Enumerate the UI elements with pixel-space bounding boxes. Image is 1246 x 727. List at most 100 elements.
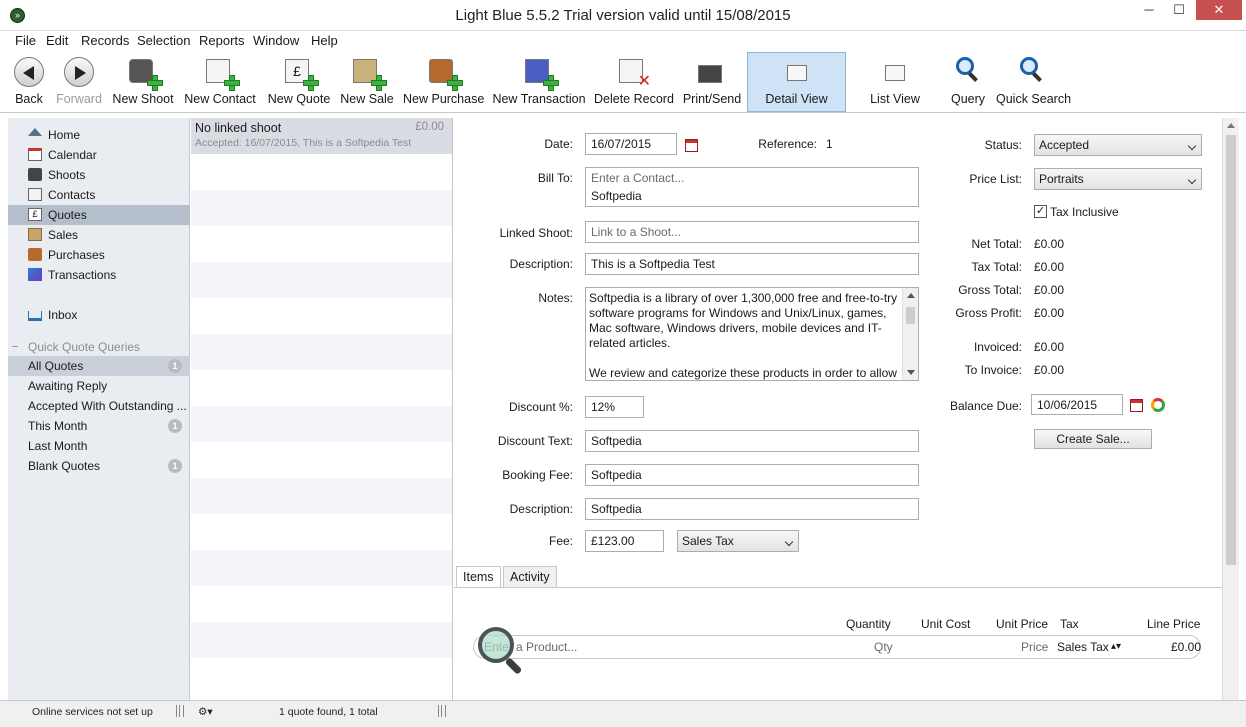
count-badge: 1 — [168, 419, 182, 433]
query-label: Awaiting Reply — [28, 379, 108, 393]
transactions-icon — [28, 268, 42, 281]
sidebar-item-label: Contacts — [48, 188, 96, 202]
quick-search-magnifier-icon — [1020, 57, 1044, 82]
sidebar-item-label: Calendar — [48, 148, 97, 162]
new-transaction-button[interactable]: New Transaction — [491, 53, 587, 111]
query-blank-quotes[interactable]: Blank Quotes 1 — [8, 456, 190, 476]
query-button[interactable]: Query — [946, 53, 990, 111]
sidebar-item-calendar[interactable]: Calendar — [8, 145, 190, 165]
gear-icon[interactable]: ⚙▾ — [198, 706, 213, 718]
empty-row — [191, 622, 452, 658]
transaction-add-icon — [523, 57, 559, 91]
items-pane: Quantity Unit Cost Unit Price Tax Line P… — [454, 587, 1222, 700]
list-view-button[interactable]: List View — [864, 53, 926, 111]
status-select[interactable]: Accepted — [1034, 134, 1202, 156]
sidebar-item-transactions[interactable]: Transactions — [8, 265, 190, 285]
date-calendar-icon[interactable] — [685, 139, 698, 152]
purchases-icon — [28, 248, 42, 261]
booking-fee-field[interactable]: Softpedia — [585, 464, 919, 486]
query-last-month[interactable]: Last Month — [8, 436, 190, 456]
reference-value: 1 — [826, 137, 833, 151]
menu-reports[interactable]: Reports — [199, 33, 245, 48]
back-button[interactable]: Back — [8, 53, 50, 111]
quantity-input[interactable]: Qty — [874, 640, 893, 654]
fee-tax-select[interactable]: Sales Tax — [677, 530, 799, 552]
menu-edit[interactable]: Edit — [46, 33, 68, 48]
query-accepted-outstanding[interactable]: Accepted With Outstanding ... — [8, 396, 190, 416]
bill-to-field[interactable]: Enter a Contact... Softpedia — [585, 167, 919, 207]
tax-stepper-arrows-icon[interactable]: ▴▾ — [1111, 641, 1121, 652]
fee-description-field[interactable]: Softpedia — [585, 498, 919, 520]
list-item[interactable]: No linked shoot £0.00 Accepted: 16/07/20… — [191, 118, 452, 154]
fee-field[interactable]: £123.00 — [585, 530, 664, 552]
tab-items[interactable]: Items — [456, 566, 501, 589]
maximize-button[interactable]: ☐ — [1164, 0, 1194, 20]
quick-search-button[interactable]: Quick Search — [996, 53, 1071, 111]
delete-record-button[interactable]: ✕ Delete Record — [594, 53, 674, 111]
quick-quote-queries-header[interactable]: Quick Quote Queries — [8, 337, 190, 357]
new-shoot-button[interactable]: New Shoot — [110, 53, 176, 111]
sidebar-resize-grip[interactable] — [176, 705, 184, 717]
contacts-icon — [28, 188, 42, 201]
date-field[interactable]: 16/07/2015 — [585, 133, 677, 155]
sidebar-item-home[interactable]: Home — [8, 125, 190, 145]
bill-to-value: Softpedia — [591, 189, 642, 203]
close-button[interactable]: ✕ — [1196, 0, 1242, 20]
price-input[interactable]: Price — [1021, 640, 1048, 654]
list-resize-grip[interactable] — [438, 705, 446, 717]
sidebar-item-label: Quotes — [48, 208, 87, 222]
query-label: Accepted With Outstanding ... — [28, 399, 187, 413]
tax-stepper[interactable]: Sales Tax — [1057, 640, 1109, 654]
magnifier-cursor-icon — [478, 627, 532, 681]
menu-records[interactable]: Records — [81, 33, 129, 48]
notes-scrollbar[interactable] — [902, 288, 918, 380]
discount-percent-field[interactable]: 12% — [585, 396, 644, 418]
refresh-ring-icon[interactable] — [1151, 398, 1165, 412]
forward-button[interactable]: Forward — [52, 53, 106, 111]
record-amount: £0.00 — [415, 121, 444, 133]
sidebar-item-label: Sales — [48, 228, 79, 242]
create-sale-button[interactable]: Create Sale... — [1034, 429, 1152, 449]
toolbar: Back Forward New Shoot New Contact £ New… — [0, 51, 1246, 113]
tab-activity[interactable]: Activity — [503, 566, 557, 588]
sidebar-item-quotes[interactable]: £ Quotes — [8, 205, 190, 225]
new-contact-button[interactable]: New Contact — [183, 53, 257, 111]
tax-inclusive-checkbox[interactable]: ✓ — [1034, 205, 1047, 218]
sidebar-item-sales[interactable]: Sales — [8, 225, 190, 245]
menu-selection[interactable]: Selection — [137, 33, 190, 48]
new-item-row[interactable]: Enter a Product... Qty Price Sales Tax ▴… — [473, 635, 1201, 659]
printer-icon — [696, 57, 728, 87]
notes-paragraph: We review and categorize these products … — [589, 366, 897, 380]
query-all-quotes[interactable]: All Quotes 1 — [8, 356, 190, 376]
main-scrollbar[interactable] — [1222, 118, 1239, 718]
query-label: This Month — [28, 419, 88, 433]
query-awaiting-reply[interactable]: Awaiting Reply — [8, 376, 190, 396]
menu-file[interactable]: File — [15, 33, 36, 48]
sales-icon — [28, 228, 42, 241]
discount-text-field[interactable]: Softpedia — [585, 430, 919, 452]
menu-help[interactable]: Help — [311, 33, 338, 48]
quote-icon: £ — [28, 208, 42, 221]
home-icon — [28, 128, 42, 136]
linked-shoot-field[interactable]: Link to a Shoot... — [585, 221, 919, 243]
minimize-button[interactable]: ─ — [1134, 0, 1164, 20]
query-this-month[interactable]: This Month 1 — [8, 416, 190, 436]
detail-view-button[interactable]: Detail View — [747, 52, 846, 112]
date-label: Date: — [544, 137, 573, 151]
menu-window[interactable]: Window — [253, 33, 299, 48]
notes-textarea[interactable]: Softpedia is a library of over 1,300,000… — [585, 287, 919, 381]
net-total-value: £0.00 — [1034, 237, 1065, 251]
sidebar-item-inbox[interactable]: Inbox — [8, 305, 190, 325]
discount-text-label: Discount Text: — [497, 434, 573, 448]
sidebar-item-purchases[interactable]: Purchases — [8, 245, 190, 265]
new-quote-button[interactable]: £ New Quote — [266, 53, 332, 111]
new-purchase-button[interactable]: New Purchase — [403, 53, 484, 111]
balance-due-date-field[interactable]: 10/06/2015 — [1031, 394, 1123, 415]
price-list-select[interactable]: Portraits — [1034, 168, 1202, 190]
sidebar-item-shoots[interactable]: Shoots — [8, 165, 190, 185]
description-field[interactable]: This is a Softpedia Test — [585, 253, 919, 275]
new-sale-button[interactable]: New Sale — [339, 53, 395, 111]
print-send-button[interactable]: Print/Send — [680, 53, 744, 111]
balance-due-calendar-icon[interactable] — [1130, 399, 1143, 412]
sidebar-item-contacts[interactable]: Contacts — [8, 185, 190, 205]
